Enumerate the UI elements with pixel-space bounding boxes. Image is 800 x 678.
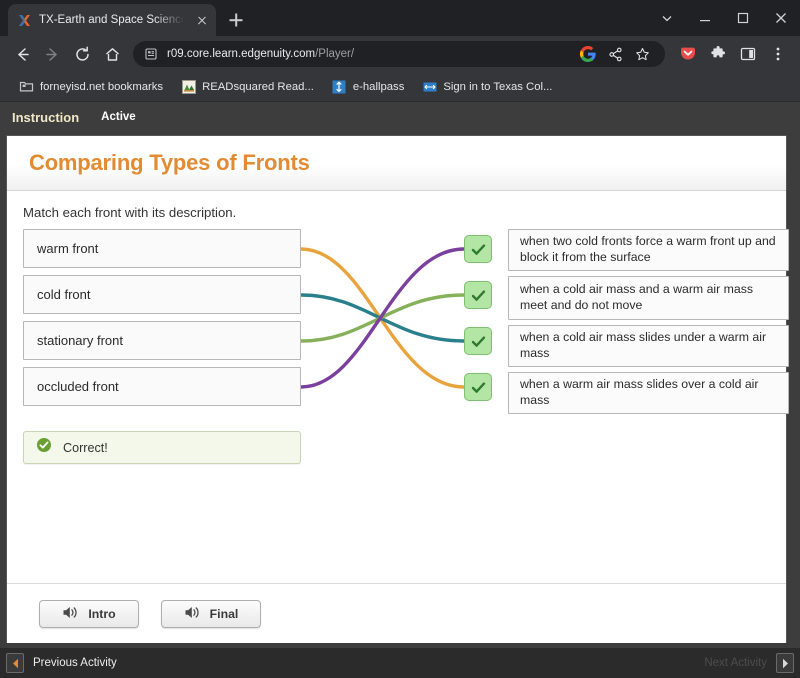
previous-activity-button[interactable]: Previous Activity bbox=[6, 653, 117, 673]
page-title: Comparing Types of Fronts bbox=[29, 150, 310, 175]
browser-window: TX-Earth and Space Science B - I bbox=[0, 0, 800, 678]
speaker-icon bbox=[184, 605, 201, 623]
audio-button-label: Final bbox=[209, 606, 239, 621]
bookmark-label: READsquared Read... bbox=[202, 80, 314, 93]
activity-nav-bar: Previous Activity Next Activity bbox=[0, 648, 800, 678]
front-label: warm front bbox=[37, 241, 99, 256]
topbar-active-label[interactable]: Active bbox=[91, 111, 146, 123]
intro-audio-button[interactable]: Intro bbox=[39, 599, 139, 628]
feedback-banner: Correct! bbox=[23, 431, 301, 464]
check-icon bbox=[471, 289, 485, 301]
description-item[interactable]: when a cold air mass slides under a warm… bbox=[508, 325, 789, 367]
front-label: cold front bbox=[37, 287, 91, 302]
description-item[interactable]: when a warm air mass slides over a cold … bbox=[508, 372, 789, 414]
front-item[interactable]: stationary front bbox=[23, 321, 301, 360]
status-badge-correct bbox=[464, 373, 492, 401]
bookmark-item[interactable]: e-hallpass bbox=[323, 75, 414, 99]
new-tab-button[interactable] bbox=[222, 6, 250, 34]
chevron-down-icon[interactable] bbox=[648, 0, 686, 36]
edgenuity-x-favicon bbox=[17, 13, 32, 28]
window-controls bbox=[648, 0, 800, 36]
url-host: r09.core.learn.edgenuity.com bbox=[167, 48, 316, 60]
tab-title: TX-Earth and Space Science B - I bbox=[39, 14, 187, 26]
panel-header: Comparing Types of Fronts bbox=[7, 136, 786, 191]
description-item[interactable]: when two cold fronts force a warm front … bbox=[508, 229, 789, 271]
url-path: /Player/ bbox=[315, 48, 355, 60]
forward-icon[interactable] bbox=[38, 40, 66, 68]
description-text: when a cold air mass slides under a warm… bbox=[520, 330, 767, 360]
front-item[interactable]: occluded front bbox=[23, 367, 301, 406]
feedback-text: Correct! bbox=[63, 440, 108, 455]
final-audio-button[interactable]: Final bbox=[161, 599, 261, 628]
next-activity-label: Next Activity bbox=[704, 657, 767, 669]
browser-toolbar: r09.core.learn.edgenuity.com/Player/ bbox=[0, 36, 800, 72]
side-panel-icon[interactable] bbox=[734, 40, 762, 68]
tab-strip: TX-Earth and Space Science B - I bbox=[0, 0, 800, 36]
description-text: when a cold air mass and a warm air mass… bbox=[520, 282, 754, 312]
check-circle-icon bbox=[36, 437, 52, 458]
description-text: when two cold fronts force a warm front … bbox=[520, 234, 776, 264]
lesson-panel: Comparing Types of Fronts Match each fro… bbox=[6, 135, 789, 643]
google-lens-icon[interactable] bbox=[575, 41, 601, 67]
folder-icon bbox=[19, 79, 34, 94]
maximize-icon[interactable] bbox=[724, 0, 762, 36]
chrome-menu-icon[interactable] bbox=[764, 40, 792, 68]
document-page-icon bbox=[144, 47, 158, 61]
extensions-puzzle-icon[interactable] bbox=[704, 40, 732, 68]
page-viewport: Instruction Active Comparing Types of Fr… bbox=[0, 102, 800, 678]
audio-button-label: Intro bbox=[88, 606, 116, 621]
previous-activity-label: Previous Activity bbox=[33, 657, 117, 669]
audio-footer: Intro Final bbox=[7, 583, 786, 643]
topbar-instruction-label[interactable]: Instruction bbox=[0, 110, 91, 125]
instruction-prompt: Match each front with its description. bbox=[23, 205, 237, 220]
ehallpass-icon bbox=[332, 79, 347, 94]
pocket-extension-icon[interactable] bbox=[674, 40, 702, 68]
bookmark-item[interactable]: Sign in to Texas Col... bbox=[413, 75, 561, 99]
url-text: r09.core.learn.edgenuity.com/Player/ bbox=[167, 48, 566, 60]
check-icon bbox=[471, 243, 485, 255]
address-bar[interactable]: r09.core.learn.edgenuity.com/Player/ bbox=[133, 41, 665, 67]
description-text: when a warm air mass slides over a cold … bbox=[520, 377, 759, 407]
front-label: stationary front bbox=[37, 333, 123, 348]
bookmarks-bar: forneyisd.net bookmarks READsquared Read… bbox=[0, 72, 800, 102]
bookmark-label: e-hallpass bbox=[352, 80, 405, 93]
status-badge-correct bbox=[464, 235, 492, 263]
front-item[interactable]: warm front bbox=[23, 229, 301, 268]
triangle-right-icon[interactable] bbox=[776, 653, 794, 673]
triangle-left-icon[interactable] bbox=[6, 653, 24, 673]
panel-body: Match each front with its description. w… bbox=[7, 191, 789, 643]
home-icon[interactable] bbox=[98, 40, 126, 68]
readsquared-icon bbox=[181, 79, 196, 94]
texas-college-icon bbox=[422, 79, 437, 94]
omnibox-actions bbox=[575, 41, 655, 67]
bookmark-label: forneyisd.net bookmarks bbox=[40, 80, 164, 93]
reload-icon[interactable] bbox=[68, 40, 96, 68]
close-icon[interactable] bbox=[194, 12, 210, 28]
status-badge-correct bbox=[464, 327, 492, 355]
check-icon bbox=[471, 381, 485, 393]
close-window-icon[interactable] bbox=[762, 0, 800, 36]
back-icon[interactable] bbox=[8, 40, 36, 68]
front-item[interactable]: cold front bbox=[23, 275, 301, 314]
description-item[interactable]: when a cold air mass and a warm air mass… bbox=[508, 276, 789, 320]
bookmark-star-icon[interactable] bbox=[629, 41, 655, 67]
bookmark-label: Sign in to Texas Col... bbox=[443, 80, 553, 93]
check-icon bbox=[471, 335, 485, 347]
front-label: occluded front bbox=[37, 379, 119, 394]
lesson-topbar: Instruction Active bbox=[0, 102, 800, 132]
fronts-column: warm front cold front stationary front o… bbox=[23, 229, 301, 413]
speaker-icon bbox=[62, 605, 79, 623]
descriptions-column: when two cold fronts force a warm front … bbox=[508, 229, 789, 419]
next-activity-button[interactable]: Next Activity bbox=[704, 653, 794, 673]
minimize-icon[interactable] bbox=[686, 0, 724, 36]
bookmark-item[interactable]: READsquared Read... bbox=[172, 75, 323, 99]
share-icon[interactable] bbox=[602, 41, 628, 67]
browser-tab[interactable]: TX-Earth and Space Science B - I bbox=[8, 4, 216, 36]
status-badge-correct bbox=[464, 281, 492, 309]
bookmark-item[interactable]: forneyisd.net bookmarks bbox=[10, 75, 172, 99]
matching-activity: warm front cold front stationary front o… bbox=[7, 229, 789, 415]
